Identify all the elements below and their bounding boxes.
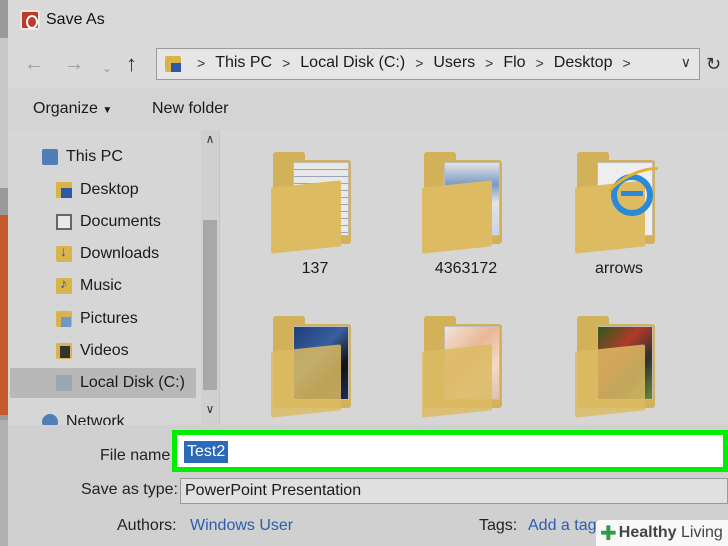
organize-button[interactable]: Organize ▼: [33, 100, 112, 118]
navigation-pane: This PC Desktop Documents Downloads Musi…: [8, 130, 220, 430]
back-arrow-icon[interactable]: ←: [24, 52, 44, 76]
list-item[interactable]: [406, 316, 526, 424]
forward-arrow-icon[interactable]: →: [64, 52, 84, 76]
breadcrumb-desktop[interactable]: Desktop: [554, 54, 613, 72]
file-name-label: File name: [100, 447, 171, 464]
breadcrumb-local-disk[interactable]: Local Disk (C:): [300, 54, 405, 72]
file-list: 137 4363172 arrows: [221, 130, 728, 425]
powerpoint-icon: [20, 10, 40, 30]
list-item[interactable]: [255, 316, 375, 424]
music-folder-icon: [56, 275, 72, 294]
save-as-type-select[interactable]: PowerPoint Presentation: [180, 478, 728, 504]
list-item[interactable]: 4363172: [406, 152, 526, 278]
desktop-background: [0, 0, 8, 546]
recent-locations-chevron-icon[interactable]: ⌄: [102, 56, 112, 80]
disk-icon: [56, 375, 72, 391]
breadcrumb-this-pc[interactable]: This PC: [215, 54, 272, 72]
desktop-folder-icon: [165, 56, 181, 72]
file-name-field[interactable]: Test2: [172, 430, 728, 472]
refresh-icon[interactable]: ↻: [706, 54, 721, 75]
folder-icon: [271, 316, 359, 418]
file-name-selection[interactable]: Test2: [184, 441, 229, 463]
navigation-bar: ← → ⌄ ↑ > This PC > Local Disk (C:) > Us…: [8, 40, 728, 88]
save-as-type-label: Save as type:: [81, 481, 178, 498]
chevron-right-icon[interactable]: >: [282, 55, 290, 71]
breadcrumb: > This PC > Local Disk (C:) > Users > Fl…: [187, 54, 641, 72]
chevron-right-icon[interactable]: >: [622, 55, 630, 71]
videos-folder-icon: [56, 343, 72, 359]
chevron-up-icon[interactable]: ∧: [201, 132, 219, 150]
breadcrumb-flo[interactable]: Flo: [503, 54, 525, 72]
navigation-scrollbar[interactable]: ∧ ∨: [201, 130, 219, 425]
internet-explorer-icon: [611, 174, 653, 216]
address-dropdown-chevron-icon[interactable]: ∨: [681, 54, 691, 71]
chevron-right-icon[interactable]: >: [485, 55, 493, 71]
add-tag-link[interactable]: Add a tag: [528, 517, 597, 535]
folder-icon: [271, 152, 359, 254]
folder-icon: [575, 152, 663, 254]
window-title: Save As: [46, 11, 105, 28]
desktop-folder-icon: [56, 182, 72, 198]
plus-icon: ✚: [600, 522, 617, 545]
sidebar-item-local-disk[interactable]: Local Disk (C:): [10, 368, 196, 398]
downloads-folder-icon: [56, 243, 72, 262]
list-item[interactable]: 137: [255, 152, 375, 278]
scroll-thumb[interactable]: [203, 220, 217, 390]
new-folder-button[interactable]: New folder: [152, 100, 228, 118]
command-bar: Organize ▼ New folder: [8, 88, 728, 130]
address-bar[interactable]: > This PC > Local Disk (C:) > Users > Fl…: [156, 48, 700, 80]
caret-down-icon: ▼: [102, 105, 113, 116]
tags-label: Tags:: [479, 517, 518, 534]
list-item[interactable]: arrows: [559, 152, 679, 278]
authors-link[interactable]: Windows User: [190, 517, 293, 535]
chevron-right-icon[interactable]: >: [197, 55, 205, 71]
chevron-right-icon[interactable]: >: [415, 55, 423, 71]
documents-folder-icon: [56, 214, 72, 230]
folder-icon: [422, 152, 510, 254]
pictures-folder-icon: [56, 311, 72, 327]
healthy-living-logo: ✚ Healthy Living: [596, 520, 728, 546]
folder-icon: [575, 316, 663, 418]
folder-icon: [422, 316, 510, 418]
title-bar: Save As: [8, 0, 728, 40]
list-item[interactable]: [559, 316, 679, 424]
authors-label: Authors:: [117, 517, 177, 534]
up-arrow-icon[interactable]: ↑: [126, 52, 137, 76]
chevron-down-icon[interactable]: ∨: [201, 402, 219, 420]
breadcrumb-users[interactable]: Users: [433, 54, 475, 72]
computer-icon: [42, 149, 58, 165]
chevron-right-icon[interactable]: >: [536, 55, 544, 71]
